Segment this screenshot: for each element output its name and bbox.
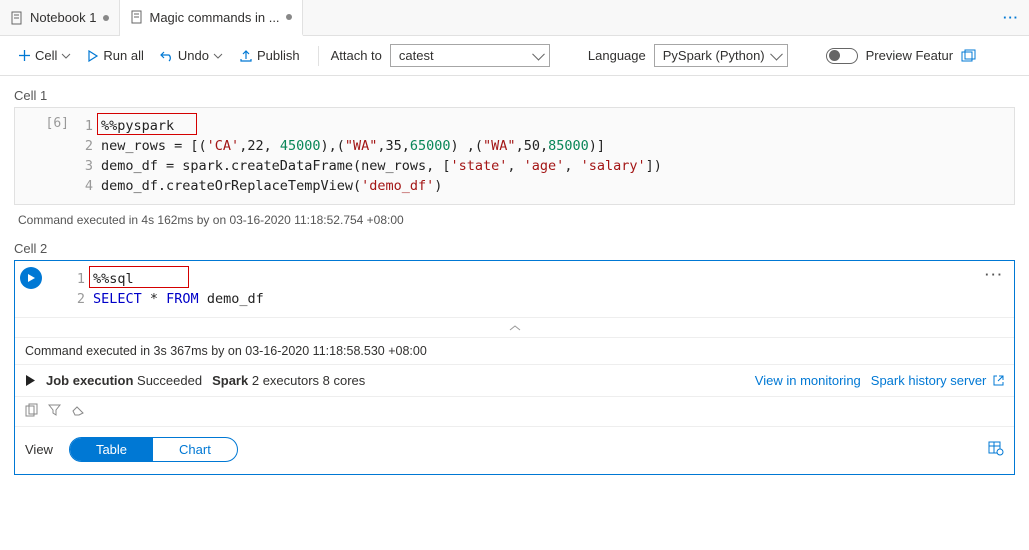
cell-1-label: Cell 1 — [14, 88, 1015, 103]
button-label: Cell — [35, 48, 57, 63]
chevron-down-icon — [61, 51, 71, 61]
undo-button[interactable]: Undo — [154, 44, 229, 67]
tabs-overflow-button[interactable]: ··· — [993, 0, 1029, 35]
view-chart-tab[interactable]: Chart — [153, 438, 237, 461]
cell-2-status: Command executed in 3s 367ms by on 03-16… — [15, 337, 1014, 364]
output-toolbar — [15, 396, 1014, 426]
editor-tabs: Notebook 1 Magic commands in ... ··· — [0, 0, 1029, 36]
button-label: Run all — [103, 48, 143, 63]
notebook-content: Cell 1 [6] 1234 %%pyspark new_rows = [('… — [0, 76, 1029, 487]
add-cell-button[interactable]: Cell — [12, 44, 77, 67]
code-content: %%sql SELECT * FROM demo_df — [93, 269, 1014, 309]
collapse-handle[interactable] — [15, 317, 1014, 337]
filter-output-icon[interactable] — [48, 403, 61, 420]
publish-button[interactable]: Publish — [233, 44, 306, 67]
cell-2-label: Cell 2 — [14, 241, 1015, 256]
view-toggle: Table Chart — [69, 437, 238, 462]
language-dropdown[interactable]: PySpark (Python) — [654, 44, 788, 67]
play-solid-icon — [25, 375, 36, 386]
preview-features-toggle[interactable] — [826, 48, 858, 64]
publish-icon — [239, 49, 253, 63]
job-execution-label: Job execution Succeeded — [46, 373, 202, 388]
code-editor[interactable]: 1234 %%pyspark new_rows = [('CA',22, 450… — [75, 108, 1014, 204]
dropdown-value: PySpark (Python) — [663, 48, 765, 63]
spark-history-server-link[interactable]: Spark history server — [871, 373, 1004, 388]
export-result-button[interactable] — [988, 441, 1004, 459]
attach-to-dropdown[interactable]: catest — [390, 44, 550, 67]
button-label: Publish — [257, 48, 300, 63]
attach-to-label: Attach to — [331, 48, 382, 63]
play-icon — [26, 273, 36, 283]
view-table-tab[interactable]: Table — [70, 438, 153, 461]
job-execution-row: Job execution Succeeded Spark 2 executor… — [15, 364, 1014, 396]
spark-info: Spark 2 executors 8 cores — [212, 373, 365, 388]
tab-magic-commands[interactable]: Magic commands in ... — [120, 0, 303, 36]
plus-icon — [18, 49, 31, 62]
cell-actions-menu[interactable]: ··· — [985, 267, 1004, 282]
view-in-monitoring-link[interactable]: View in monitoring — [755, 373, 861, 388]
notebook-icon — [130, 10, 144, 24]
run-cell-button[interactable] — [20, 267, 42, 289]
play-icon — [87, 50, 99, 62]
unsaved-dot-icon — [103, 15, 109, 21]
code-content: %%pyspark new_rows = [('CA',22, 45000),(… — [101, 116, 1014, 196]
clear-output-icon[interactable] — [71, 403, 85, 420]
view-label: View — [25, 442, 53, 457]
chevron-down-icon — [213, 51, 223, 61]
table-export-icon — [988, 441, 1004, 456]
cell-1[interactable]: [6] 1234 %%pyspark new_rows = [('CA',22,… — [14, 107, 1015, 205]
dropdown-value: catest — [399, 48, 434, 63]
preview-features-label: Preview Featur — [866, 48, 953, 63]
button-label: Undo — [178, 48, 209, 63]
tab-notebook1[interactable]: Notebook 1 — [0, 0, 120, 35]
tab-label: Notebook 1 — [30, 10, 97, 25]
highlight-box — [97, 113, 197, 135]
copy-output-icon[interactable] — [25, 403, 38, 420]
undo-icon — [160, 50, 174, 62]
toolbar: Cell Run all Undo Publish Attach to cate… — [0, 36, 1029, 76]
run-all-button[interactable]: Run all — [81, 44, 149, 67]
unsaved-dot-icon — [286, 14, 292, 20]
cell-1-status: Command executed in 4s 162ms by on 03-16… — [14, 205, 1015, 241]
highlight-box — [89, 266, 189, 288]
chevron-up-icon — [509, 324, 521, 332]
external-link-icon — [993, 375, 1004, 386]
output-view-row: View Table Chart — [15, 426, 1014, 474]
code-editor[interactable]: 12 %%sql SELECT * FROM demo_df ··· — [47, 261, 1014, 317]
language-label: Language — [588, 48, 646, 63]
tab-label: Magic commands in ... — [150, 10, 280, 25]
separator — [318, 46, 319, 66]
preview-icon — [961, 49, 977, 63]
notebook-icon — [10, 11, 24, 25]
cell-2: 12 %%sql SELECT * FROM demo_df ··· Comma… — [14, 260, 1015, 475]
execution-count: [6] — [15, 108, 75, 204]
